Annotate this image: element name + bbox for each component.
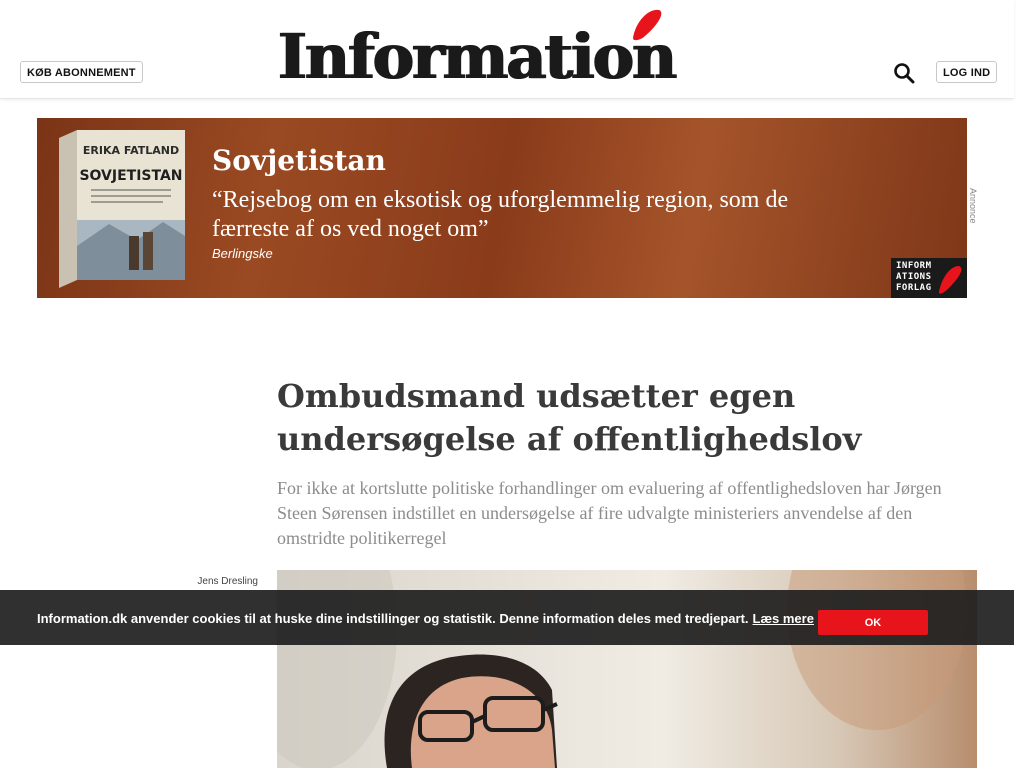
book-cover-image: ERIKA FATLAND SOVJETISTAN — [59, 130, 185, 288]
search-icon[interactable] — [893, 62, 915, 84]
subscribe-button[interactable]: KØB ABONNEMENT — [20, 61, 143, 83]
photo-credit: Jens Dresling — [197, 576, 258, 587]
logo-text: Information — [277, 20, 676, 93]
article-lead: For ikke at kortslutte politiske forhand… — [277, 478, 942, 548]
book-author: ERIKA FATLAND — [83, 144, 179, 157]
ad-banner[interactable]: ERIKA FATLAND SOVJETISTAN Sovjetistan “R… — [37, 118, 967, 298]
publisher-name: INFORM ATIONS FORLAG — [896, 261, 932, 293]
article-headline: Ombudsmand udsætter egen undersøgelse af… — [277, 377, 862, 458]
book-title: SOVJETISTAN — [79, 168, 182, 184]
ad-source: Berlingske — [212, 246, 273, 261]
ad-label: Annonce — [968, 188, 978, 224]
read-more-link[interactable]: Læs mere — [753, 611, 814, 626]
logo-accent-icon — [633, 9, 662, 41]
cookie-message: Information.dk anvender cookies til at h… — [37, 611, 814, 626]
cookie-banner: Information.dk anvender cookies til at h… — [0, 590, 1014, 645]
site-logo[interactable]: Information — [277, 9, 737, 93]
ad-quote: “Rejsebog om en eksotisk og uforglemmeli… — [212, 187, 789, 242]
publisher-accent-icon — [939, 266, 962, 294]
login-button[interactable]: LOG IND — [936, 61, 998, 83]
publisher-logo: INFORM ATIONS FORLAG — [891, 258, 967, 298]
cookie-text: Information.dk anvender cookies til at h… — [37, 611, 749, 626]
site-header: KØB ABONNEMENT Information LOG IND — [0, 0, 1014, 99]
ad-title: Sovjetistan — [212, 144, 386, 177]
cookie-ok-button[interactable]: OK — [818, 610, 928, 635]
